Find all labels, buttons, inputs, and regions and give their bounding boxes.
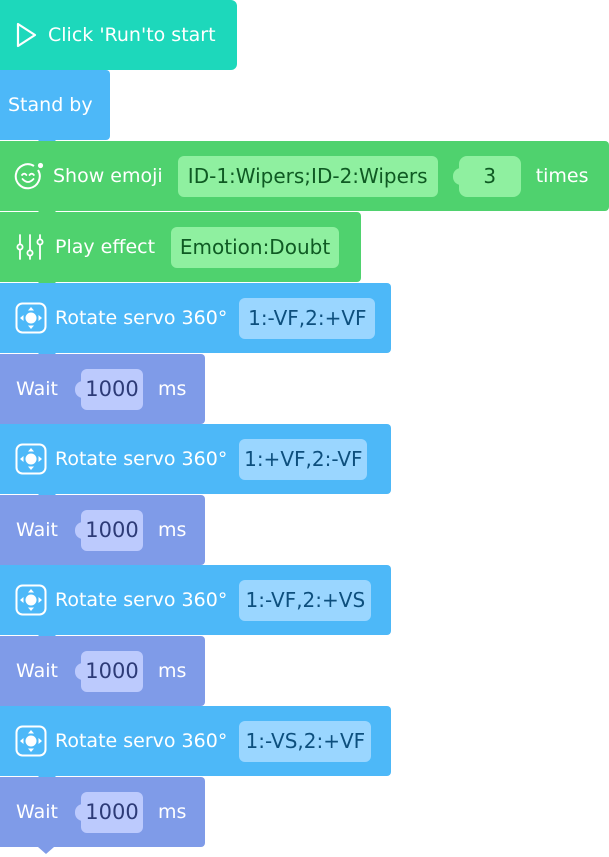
wait-unit-label: ms [157, 519, 187, 541]
play-icon [14, 22, 38, 48]
wait-duration-input[interactable]: 1000 [74, 650, 143, 692]
play-effect-block[interactable]: Play effect Emotion:Doubt [0, 212, 361, 291]
rotate-servo-block[interactable]: Rotate servo 360° 1:-VF,2:+VS [0, 565, 391, 644]
wait-duration-input[interactable]: 1000 [74, 791, 143, 833]
servo-value-selector[interactable]: 1:+VF,2:-VF [239, 438, 368, 480]
show-emoji-block[interactable]: Show emoji ID-1:Wipers;ID-2:Wipers 3 tim… [0, 141, 609, 220]
wait-label: Wait [16, 378, 58, 400]
times-input[interactable]: 3 [452, 155, 521, 197]
rotate-servo-block[interactable]: Rotate servo 360° 1:-VF,2:+VF [0, 283, 391, 362]
wait-label: Wait [16, 519, 58, 541]
wait-block[interactable]: Wait 1000 ms [0, 495, 205, 574]
emoji-icon [14, 161, 46, 191]
standby-block[interactable]: Stand by [0, 70, 110, 149]
servo-icon [15, 302, 47, 334]
rotate-servo-label: Rotate servo 360° [55, 589, 228, 611]
wait-block[interactable]: Wait 1000 ms [0, 354, 205, 433]
wait-duration-input[interactable]: 1000 [74, 509, 143, 551]
wait-label: Wait [16, 660, 58, 682]
wait-label: Wait [16, 801, 58, 823]
servo-value-selector[interactable]: 1:-VF,2:+VF [239, 297, 376, 339]
wait-unit-label: ms [157, 801, 187, 823]
effect-selector[interactable]: Emotion:Doubt [171, 226, 340, 268]
rotate-servo-block[interactable]: Rotate servo 360° 1:+VF,2:-VF [0, 424, 391, 503]
rotate-servo-label: Rotate servo 360° [55, 307, 228, 329]
times-label: times [535, 165, 589, 187]
rotate-servo-label: Rotate servo 360° [55, 730, 228, 752]
play-effect-label: Play effect [55, 236, 156, 258]
start-block[interactable]: Click 'Run'to start [0, 0, 237, 79]
wait-block[interactable]: Wait 1000 ms [0, 777, 205, 854]
servo-value-selector[interactable]: 1:-VF,2:+VS [239, 579, 372, 621]
wait-unit-label: ms [157, 660, 187, 682]
wait-block[interactable]: Wait 1000 ms [0, 636, 205, 715]
wait-duration-input[interactable]: 1000 [74, 368, 143, 410]
servo-icon [15, 584, 47, 616]
show-emoji-label: Show emoji [53, 165, 163, 187]
standby-label: Stand by [8, 94, 93, 116]
servo-icon [15, 443, 47, 475]
rotate-servo-label: Rotate servo 360° [55, 448, 228, 470]
start-label: Click 'Run'to start [48, 24, 216, 46]
servo-value-selector[interactable]: 1:-VS,2:+VF [239, 720, 372, 762]
equalizer-icon [16, 233, 44, 261]
wait-unit-label: ms [157, 378, 187, 400]
emoji-selector[interactable]: ID-1:Wipers;ID-2:Wipers [177, 155, 438, 197]
servo-icon [15, 725, 47, 757]
rotate-servo-block[interactable]: Rotate servo 360° 1:-VS,2:+VF [0, 706, 391, 785]
